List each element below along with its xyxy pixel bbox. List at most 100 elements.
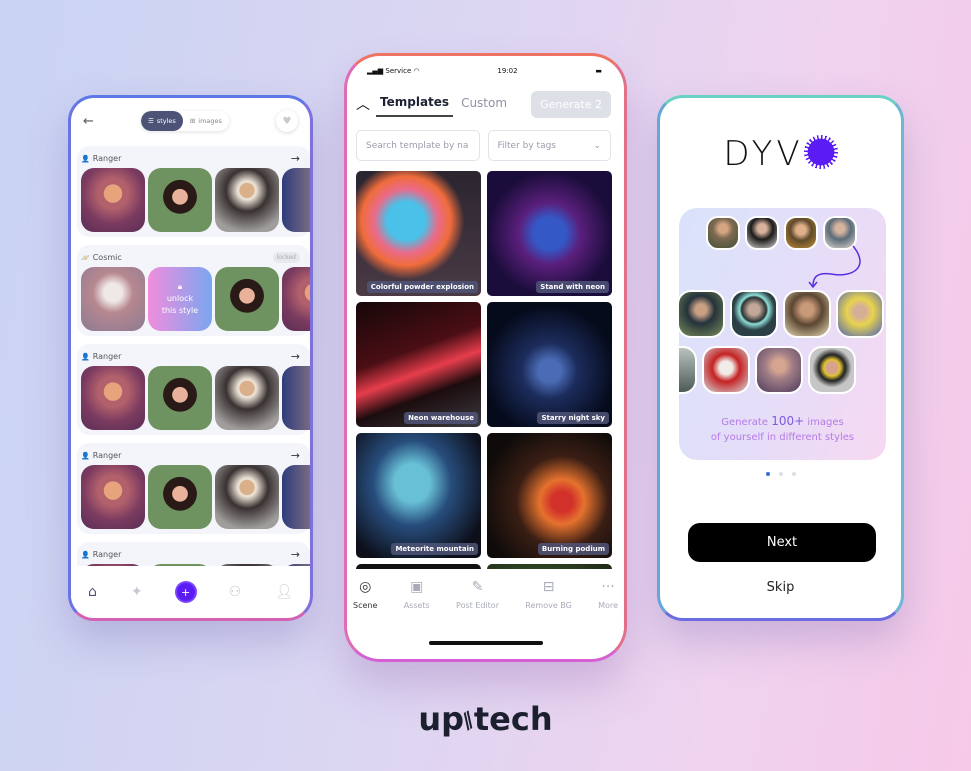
promo-text: Generate 100+ images of yourself in diff… bbox=[710, 414, 855, 443]
style-card[interactable]: 👤 Ranger → bbox=[77, 344, 310, 435]
next-button[interactable]: Next bbox=[688, 523, 876, 562]
bottom-nav: ⌂ ✦ + ⚇ 👤︎ bbox=[71, 566, 310, 618]
onboarding-phone-screen: DYV Generate 100+ images of yourself in … bbox=[657, 95, 904, 621]
camera-icon: ◎ bbox=[359, 579, 372, 595]
style-thumbnail[interactable] bbox=[282, 465, 310, 529]
template-tile[interactable]: Colorful powder explosion bbox=[356, 171, 481, 296]
page-dot[interactable] bbox=[791, 472, 796, 476]
user-photo bbox=[706, 216, 740, 250]
pagination-dots bbox=[660, 472, 901, 476]
generate-button[interactable]: Generate 2 bbox=[531, 90, 611, 118]
tab-templates[interactable]: Templates bbox=[376, 91, 454, 117]
generated-photo bbox=[702, 346, 750, 394]
style-thumbnail[interactable] bbox=[81, 267, 145, 331]
status-bar: ▂▄▆ Service ◠ 19:02 ▬ bbox=[367, 67, 602, 75]
binoculars-icon[interactable]: ⚇ bbox=[229, 584, 242, 600]
style-card[interactable]: 👤 Ranger → bbox=[77, 443, 310, 534]
styles-phone-screen: ← ☰ styles ⊞ images ♥ 👤 Ranger → 🪐 Cosmic lock… bbox=[68, 95, 313, 621]
arrow-right-icon[interactable]: → bbox=[291, 449, 300, 462]
back-arrow-icon[interactable]: ← bbox=[83, 114, 94, 129]
ranger-icon: 👤 bbox=[81, 352, 90, 361]
user-photo bbox=[745, 216, 779, 250]
style-name: Cosmic bbox=[92, 252, 122, 262]
bottom-nav: ◎ Scene ▣ Assets ✎ Post Editor ⊟ Remove BG ·… bbox=[347, 569, 624, 659]
styles-list: 👤 Ranger → 🪐 Cosmic locked 🔒︎ unlock this styl… bbox=[77, 146, 310, 618]
view-toggle: ☰ styles ⊞ images bbox=[141, 111, 229, 131]
style-thumbnail[interactable] bbox=[282, 267, 310, 331]
ranger-icon: 👤 bbox=[81, 451, 90, 460]
template-tile[interactable]: Burning podium bbox=[487, 433, 612, 558]
generated-photo bbox=[679, 346, 697, 394]
grid-icon: ⊞ bbox=[189, 117, 196, 125]
home-indicator bbox=[429, 641, 543, 645]
style-thumbnail[interactable] bbox=[215, 465, 279, 529]
nav-scene[interactable]: ◎ Scene bbox=[353, 579, 377, 610]
generated-row-2 bbox=[679, 346, 856, 394]
nav-more[interactable]: ··· More bbox=[598, 579, 618, 610]
page-dot[interactable] bbox=[778, 472, 783, 476]
pencil-icon: ✎ bbox=[471, 579, 484, 595]
heart-icon[interactable]: ♥ bbox=[276, 110, 298, 132]
profile-icon[interactable]: 👤︎ bbox=[275, 584, 293, 600]
generated-photo bbox=[836, 290, 884, 338]
style-thumbnail[interactable] bbox=[81, 168, 145, 232]
signal-icon: ▂▄▆ bbox=[367, 67, 384, 75]
template-tile[interactable]: Stand with neon bbox=[487, 171, 612, 296]
style-thumbnail[interactable] bbox=[148, 465, 212, 529]
style-name: Ranger bbox=[92, 351, 122, 361]
uptech-logo: up⫽tech bbox=[418, 700, 553, 738]
style-name: Ranger bbox=[92, 153, 122, 163]
lock-icon: 🔒︎ bbox=[177, 282, 183, 291]
generated-photo bbox=[679, 290, 725, 338]
page-dot[interactable] bbox=[765, 472, 770, 476]
style-name: Ranger bbox=[92, 450, 122, 460]
wifi-icon: ◠ bbox=[413, 67, 420, 75]
chevron-up-icon[interactable]: ︿ bbox=[356, 94, 376, 114]
chevron-down-icon: ⌄ bbox=[593, 140, 601, 151]
template-tile[interactable]: Starry night sky bbox=[487, 302, 612, 427]
style-thumbnail[interactable] bbox=[215, 366, 279, 430]
style-thumbnail[interactable] bbox=[282, 366, 310, 430]
ranger-icon: 👤 bbox=[81, 550, 90, 559]
ranger-icon: 👤 bbox=[81, 154, 90, 163]
styles-tab[interactable]: ☰ styles bbox=[141, 111, 183, 131]
style-thumbnail[interactable] bbox=[148, 366, 212, 430]
top-bar: ← ☰ styles ⊞ images ♥ bbox=[71, 98, 310, 144]
style-thumbnail[interactable] bbox=[215, 267, 279, 331]
style-card-locked[interactable]: 🪐 Cosmic locked 🔒︎ unlock this style bbox=[77, 245, 310, 336]
generated-photo bbox=[730, 290, 778, 338]
sparkle-icon[interactable]: ✦ bbox=[131, 584, 143, 600]
style-card[interactable]: 👤 Ranger → bbox=[77, 146, 310, 237]
arrow-right-icon[interactable]: → bbox=[291, 152, 300, 165]
create-icon[interactable]: + bbox=[176, 583, 195, 601]
dyvo-logo: DYV bbox=[660, 134, 901, 174]
tabs-row: ︿ Templates Custom Generate 2 bbox=[347, 86, 624, 122]
nav-post-editor[interactable]: ✎ Post Editor bbox=[456, 579, 499, 610]
generated-photo bbox=[755, 346, 803, 394]
nav-remove-bg[interactable]: ⊟ Remove BG bbox=[525, 579, 572, 610]
style-thumbnail[interactable] bbox=[148, 168, 212, 232]
arrow-right-icon[interactable]: → bbox=[291, 548, 300, 561]
locked-badge: locked bbox=[272, 251, 300, 263]
generated-row-1 bbox=[679, 290, 884, 338]
promo-card: Generate 100+ images of yourself in diff… bbox=[679, 208, 886, 460]
arrow-right-icon[interactable]: → bbox=[291, 350, 300, 363]
style-thumbnail[interactable] bbox=[81, 366, 145, 430]
style-name: Ranger bbox=[92, 549, 122, 559]
more-icon: ··· bbox=[601, 579, 615, 595]
tab-custom[interactable]: Custom bbox=[457, 92, 511, 116]
unlock-style-button[interactable]: 🔒︎ unlock this style bbox=[148, 267, 212, 331]
skip-link[interactable]: Skip bbox=[660, 580, 901, 595]
nav-assets[interactable]: ▣ Assets bbox=[404, 579, 430, 610]
home-icon[interactable]: ⌂ bbox=[88, 584, 97, 600]
search-input[interactable]: Search template by na bbox=[356, 130, 480, 161]
style-thumbnail[interactable] bbox=[282, 168, 310, 232]
filter-tags-select[interactable]: Filter by tags ⌄ bbox=[487, 130, 611, 161]
template-tile[interactable]: Neon warehouse bbox=[356, 302, 481, 427]
template-tile[interactable]: Meteorite mountain bbox=[356, 433, 481, 558]
cosmic-icon: 🪐 bbox=[81, 253, 90, 262]
style-thumbnail[interactable] bbox=[81, 465, 145, 529]
images-tab[interactable]: ⊞ images bbox=[183, 111, 229, 131]
style-thumbnail[interactable] bbox=[215, 168, 279, 232]
sun-logo-icon bbox=[803, 135, 838, 169]
